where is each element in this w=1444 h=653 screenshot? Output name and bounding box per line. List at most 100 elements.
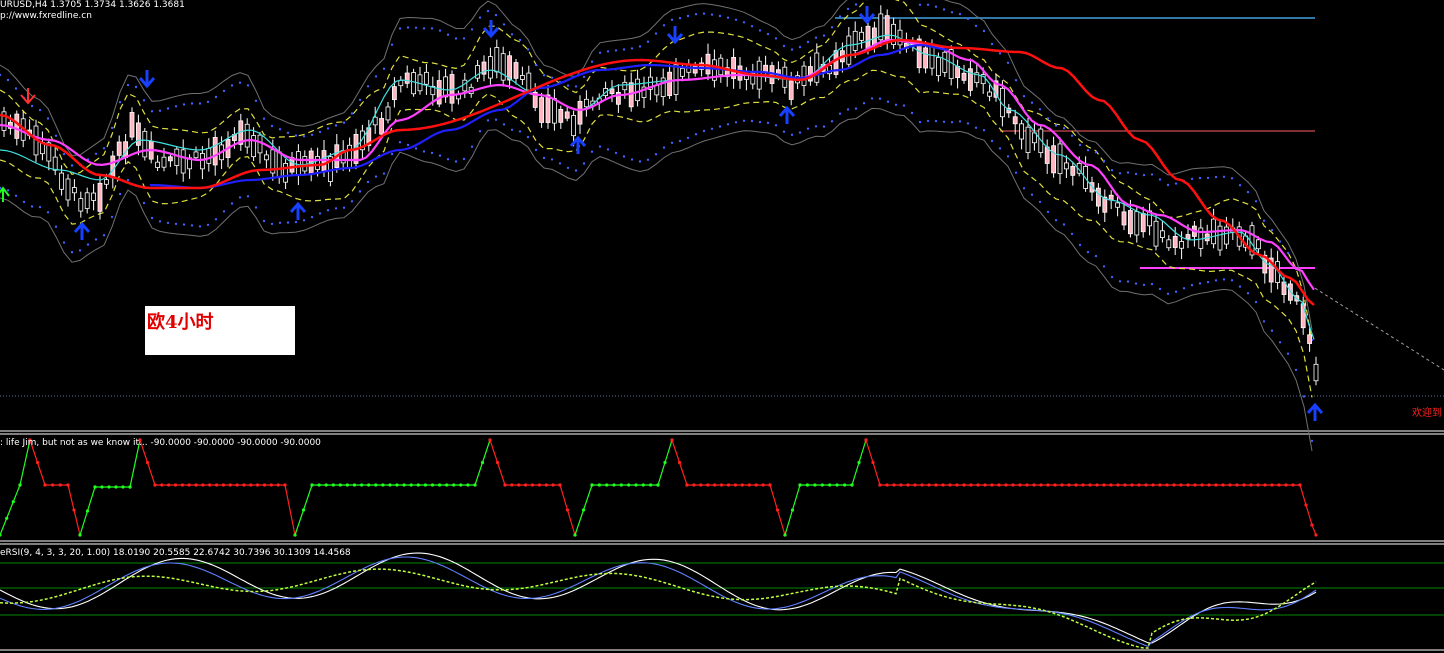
stair-dot xyxy=(93,485,97,489)
candle-body xyxy=(884,15,890,41)
candle-body xyxy=(500,53,506,81)
blue-dotted-band-upper xyxy=(478,16,482,19)
candle-body xyxy=(295,151,301,176)
blue-dotted-band-upper xyxy=(1094,151,1098,154)
stair-dot xyxy=(1088,483,1092,487)
candle-body xyxy=(174,148,180,166)
blue-dotted-band-upper xyxy=(830,26,834,29)
blue-dotted-band-upper xyxy=(286,131,290,134)
candle-body xyxy=(251,135,257,158)
blue-dotted-band-upper xyxy=(318,130,322,134)
stair-line xyxy=(0,439,31,536)
stair-dot xyxy=(590,483,594,487)
candle-body xyxy=(513,62,519,79)
blue-dotted-band-lower xyxy=(126,178,130,182)
stair-dot xyxy=(0,533,2,537)
blue-dotted-band-lower xyxy=(670,141,674,144)
candle-body xyxy=(1160,230,1165,238)
blue-dotted-band-upper xyxy=(966,17,970,21)
blue-dotted-band-lower xyxy=(1078,243,1082,247)
blue-dotted-band-upper xyxy=(974,24,978,28)
candle-body xyxy=(552,98,557,124)
stair-dot xyxy=(1011,483,1015,487)
blue-dotted-band-upper xyxy=(334,124,338,127)
blue-dotted-band-lower xyxy=(854,107,858,110)
blue-dotted-band-lower xyxy=(414,147,418,150)
candle-body xyxy=(206,147,212,164)
blue-dotted-band-upper xyxy=(742,21,746,24)
blue-dotted-band-upper xyxy=(822,34,826,37)
blue-dotted-band-upper xyxy=(166,107,170,110)
blue-dotted-band-lower xyxy=(1174,290,1178,293)
blue-dotted-band-lower xyxy=(1262,320,1266,323)
stair-dot xyxy=(388,483,392,487)
blue-dotted-band-lower xyxy=(214,218,218,221)
blue-dotted-band-lower xyxy=(822,125,826,128)
candle-body xyxy=(545,94,551,123)
rsi-white-line xyxy=(0,552,1317,644)
stair-dot xyxy=(249,483,253,487)
blue-dotted-band-upper xyxy=(350,112,354,115)
candle-body xyxy=(14,113,20,139)
blue-dotted-band-lower xyxy=(278,221,282,224)
blue-dotted-band-lower xyxy=(326,209,330,212)
blue-dotted-band-upper xyxy=(118,101,122,104)
blue-dotted-band-lower xyxy=(1222,278,1226,281)
blue-dotted-band-upper xyxy=(534,63,538,67)
rsi-signal-line xyxy=(0,568,1317,649)
blue-dotted-band-upper xyxy=(806,40,810,44)
stair-dot xyxy=(677,460,682,465)
candle-body xyxy=(142,130,148,158)
stair-dot xyxy=(293,533,297,537)
blue-dotted-band-lower xyxy=(1134,282,1138,285)
stair-dot xyxy=(997,483,1001,487)
blue-dotted-band-lower xyxy=(358,190,362,193)
blue-dotted-band-upper xyxy=(326,127,330,130)
stair-dot xyxy=(215,483,219,487)
blue-dotted-band-upper xyxy=(1110,169,1114,172)
candle-body xyxy=(571,115,576,137)
blue-dotted-band-lower xyxy=(1150,282,1154,286)
stair-dot xyxy=(160,483,164,487)
stair-dot xyxy=(663,460,667,465)
stair-dot xyxy=(1310,523,1314,527)
yellow-band-upper xyxy=(0,0,1313,342)
blue-dotted-band-upper xyxy=(230,84,234,87)
candle-body xyxy=(283,162,289,183)
blue-dotted-band-upper xyxy=(1246,190,1250,194)
blue-dotted-band-lower xyxy=(542,156,546,160)
blue-dotted-band-upper xyxy=(6,78,10,82)
blue-dotted-band-lower xyxy=(406,143,410,147)
blue-dotted-band-lower xyxy=(574,169,578,172)
blue-dotted-band-lower xyxy=(1254,300,1258,304)
blue-dotted-band-lower xyxy=(350,200,354,203)
candle-body xyxy=(391,86,397,101)
blue-dotted-band-lower xyxy=(1022,187,1026,190)
candle-body xyxy=(244,123,250,148)
stair-dot xyxy=(1304,503,1308,507)
blue-dotted-band-upper xyxy=(1150,173,1154,176)
blue-dotted-band-lower xyxy=(22,200,26,204)
candle-body xyxy=(961,72,967,81)
blue-dotted-band-upper xyxy=(214,95,218,99)
blue-dotted-band-upper xyxy=(990,42,994,46)
blue-dotted-band-upper xyxy=(1190,177,1194,181)
blue-dotted-band-upper xyxy=(918,3,922,6)
blue-dotted-band-lower xyxy=(478,130,482,133)
blue-dotted-band-lower xyxy=(726,123,730,126)
stair-dot xyxy=(835,483,839,487)
blue-dotted-band-lower xyxy=(1270,329,1274,332)
stair-dot xyxy=(310,483,314,487)
blue-dotted-band-upper xyxy=(942,8,946,11)
blue-dotted-band-upper xyxy=(182,103,186,106)
blue-dotted-band-upper xyxy=(1206,176,1210,180)
blue-dotted-band-lower xyxy=(686,136,690,140)
blue-dotted-band-lower xyxy=(878,97,882,100)
down-arrow-icon xyxy=(482,20,500,39)
stair-dot xyxy=(798,483,802,487)
stair-dot xyxy=(416,483,420,487)
blue-dotted-band-upper xyxy=(838,15,842,18)
blue-dotted-band-upper xyxy=(174,105,178,108)
blue-dotted-band-lower xyxy=(846,108,850,111)
up-arrow-icon xyxy=(1306,402,1324,421)
